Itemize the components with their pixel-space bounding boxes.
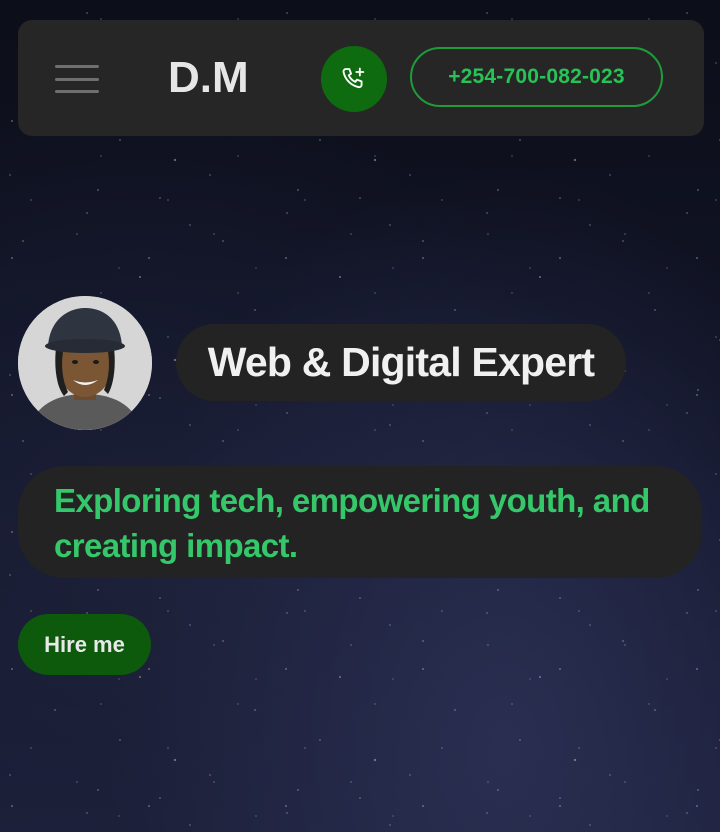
hero-title: Web & Digital Expert (176, 324, 626, 401)
hire-me-button[interactable]: Hire me (18, 614, 151, 675)
hero-tagline: Exploring tech, empowering youth, and cr… (18, 466, 702, 578)
brand-logo-text[interactable]: D.M (168, 54, 249, 102)
phone-number-button[interactable]: +254-700-082-023 (410, 47, 663, 107)
phone-add-icon (342, 67, 365, 89)
profile-photo (18, 296, 152, 430)
call-button[interactable] (321, 46, 387, 112)
hamburger-menu-icon[interactable] (55, 65, 99, 93)
top-navbar: D.M +254-700-082-023 (18, 20, 704, 136)
avatar (18, 296, 152, 430)
